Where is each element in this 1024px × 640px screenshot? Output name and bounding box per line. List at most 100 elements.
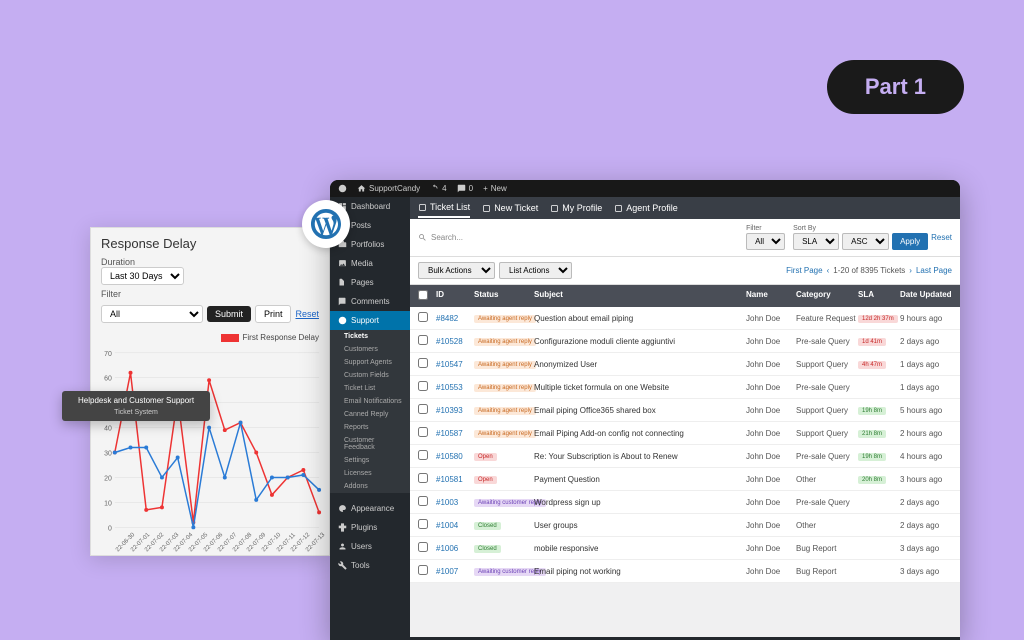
sidebar-sub-reports[interactable]: Reports — [330, 421, 410, 434]
ticket-subject[interactable]: Question about email piping — [534, 314, 746, 323]
wp-home-icon[interactable] — [338, 184, 347, 193]
ticket-category: Bug Report — [796, 567, 858, 576]
row-checkbox[interactable] — [418, 427, 428, 437]
ticket-subject[interactable]: Re: Your Subscription is About to Renew — [534, 452, 746, 461]
ticket-id[interactable]: #1003 — [436, 498, 474, 507]
sidebar-sub-licenses[interactable]: Licenses — [330, 467, 410, 480]
ticket-subject[interactable]: Email piping not working — [534, 567, 746, 576]
ticket-subject[interactable]: Configurazione moduli cliente aggiuntivi — [534, 337, 746, 346]
sidebar-item-appearance[interactable]: Appearance — [330, 499, 410, 518]
ticket-subject[interactable]: Payment Question — [534, 475, 746, 484]
sidebar-sub-custom-fields[interactable]: Custom Fields — [330, 369, 410, 382]
ticket-id[interactable]: #1006 — [436, 544, 474, 553]
submit-button[interactable]: Submit — [207, 306, 251, 322]
sidebar-item-support[interactable]: Support — [330, 311, 410, 330]
ticket-subject[interactable]: Wordpress sign up — [534, 498, 746, 507]
sidebar-sub-email-notifications[interactable]: Email Notifications — [330, 395, 410, 408]
table-row[interactable]: #10393 Awaiting agent reply Email piping… — [410, 399, 960, 422]
row-checkbox[interactable] — [418, 496, 428, 506]
sort-select[interactable]: SLA — [793, 233, 839, 250]
row-checkbox[interactable] — [418, 519, 428, 529]
status-badge: Awaiting agent reply — [474, 361, 536, 369]
table-row[interactable]: #1003 Awaiting customer reply Wordpress … — [410, 491, 960, 514]
sidebar-sub-ticket-list[interactable]: Ticket List — [330, 382, 410, 395]
ticket-id[interactable]: #10581 — [436, 475, 474, 484]
bulk-actions-select[interactable]: Bulk Actions — [418, 262, 495, 279]
sidebar-sub-settings[interactable]: Settings — [330, 454, 410, 467]
ticket-subject[interactable]: Email piping Office365 shared box — [534, 406, 746, 415]
ticket-id[interactable]: #1007 — [436, 567, 474, 576]
table-row[interactable]: #10580 Open Re: Your Subscription is Abo… — [410, 445, 960, 468]
row-checkbox[interactable] — [418, 450, 428, 460]
sidebar-sub-canned-reply[interactable]: Canned Reply — [330, 408, 410, 421]
order-select[interactable]: ASC — [842, 233, 889, 250]
ticket-subject[interactable]: Multiple ticket formula on one Website — [534, 383, 746, 392]
tab-my-profile[interactable]: My Profile — [550, 199, 602, 217]
row-checkbox[interactable] — [418, 565, 428, 575]
ticket-category: Feature Request — [796, 314, 858, 323]
row-checkbox[interactable] — [418, 404, 428, 414]
search-input[interactable]: Search... — [418, 233, 738, 242]
ticket-subject[interactable]: mobile responsive — [534, 544, 746, 553]
chevron-right-icon[interactable]: › — [909, 266, 912, 275]
duration-select[interactable]: Last 30 Days — [101, 267, 184, 285]
sidebar-item-comments[interactable]: Comments — [330, 292, 410, 311]
tab-agent-profile[interactable]: Agent Profile — [614, 199, 678, 217]
ticket-category: Other — [796, 521, 858, 530]
ticket-id[interactable]: #10528 — [436, 337, 474, 346]
table-row[interactable]: #10553 Awaiting agent reply Multiple tic… — [410, 376, 960, 399]
chevron-left-icon[interactable]: ‹ — [827, 266, 830, 275]
table-row[interactable]: #10587 Awaiting agent reply Email Piping… — [410, 422, 960, 445]
ticket-id[interactable]: #1004 — [436, 521, 474, 530]
table-row[interactable]: #1006 Closed mobile responsive John Doe … — [410, 537, 960, 560]
wp-admin-window: SupportCandy 4 0 + New DashboardPostsPor… — [330, 180, 960, 640]
last-page-link[interactable]: Last Page — [916, 266, 952, 275]
table-row[interactable]: #1007 Awaiting customer reply Email pipi… — [410, 560, 960, 583]
table-row[interactable]: #10547 Awaiting agent reply Anonymized U… — [410, 353, 960, 376]
ticket-subject[interactable]: User groups — [534, 521, 746, 530]
row-checkbox[interactable] — [418, 473, 428, 483]
list-actions-select[interactable]: List Actions — [499, 262, 572, 279]
ticket-id[interactable]: #10547 — [436, 360, 474, 369]
first-page-link[interactable]: First Page — [786, 266, 822, 275]
row-checkbox[interactable] — [418, 312, 428, 322]
table-row[interactable]: #10528 Awaiting agent reply Configurazio… — [410, 330, 960, 353]
row-checkbox[interactable] — [418, 358, 428, 368]
print-button[interactable]: Print — [255, 305, 292, 323]
sidebar-item-users[interactable]: Users — [330, 537, 410, 556]
ticket-id[interactable]: #10587 — [436, 429, 474, 438]
sidebar-sub-addons[interactable]: Addons — [330, 480, 410, 493]
ticket-id[interactable]: #8482 — [436, 314, 474, 323]
filter-select[interactable]: All — [746, 233, 785, 250]
table-row[interactable]: #8482 Awaiting agent reply Question abou… — [410, 307, 960, 330]
sidebar-item-tools[interactable]: Tools — [330, 556, 410, 575]
row-checkbox[interactable] — [418, 381, 428, 391]
ticket-subject[interactable]: Email Piping Add-on config not connectin… — [534, 429, 746, 438]
tab-new-ticket[interactable]: New Ticket — [482, 199, 538, 217]
sidebar-sub-customer-feedback[interactable]: Customer Feedback — [330, 434, 410, 454]
reset-link[interactable]: Reset — [931, 233, 952, 250]
sidebar-item-media[interactable]: Media — [330, 254, 410, 273]
select-all-checkbox[interactable] — [418, 290, 428, 300]
table-row[interactable]: #1004 Closed User groups John Doe Other … — [410, 514, 960, 537]
sidebar-sub-tickets[interactable]: Tickets — [330, 330, 410, 343]
ticket-id[interactable]: #10553 — [436, 383, 474, 392]
new-button[interactable]: + New — [483, 184, 507, 193]
sidebar-sub-customers[interactable]: Customers — [330, 343, 410, 356]
updates-icon[interactable]: 4 — [430, 184, 446, 193]
row-checkbox[interactable] — [418, 335, 428, 345]
ticket-id[interactable]: #10580 — [436, 452, 474, 461]
sidebar-sub-support-agents[interactable]: Support Agents — [330, 356, 410, 369]
ticket-subject[interactable]: Anonymized User — [534, 360, 746, 369]
sidebar-item-pages[interactable]: Pages — [330, 273, 410, 292]
row-checkbox[interactable] — [418, 542, 428, 552]
sidebar-item-plugins[interactable]: Plugins — [330, 518, 410, 537]
ticket-id[interactable]: #10393 — [436, 406, 474, 415]
apply-button[interactable]: Apply — [892, 233, 928, 250]
tab-ticket-list[interactable]: Ticket List — [418, 198, 470, 218]
site-name[interactable]: SupportCandy — [357, 184, 420, 193]
reset-link[interactable]: Reset — [295, 309, 319, 319]
table-row[interactable]: #10581 Open Payment Question John Doe Ot… — [410, 468, 960, 491]
filter-select[interactable]: All — [101, 305, 203, 323]
comments-icon[interactable]: 0 — [457, 184, 473, 193]
